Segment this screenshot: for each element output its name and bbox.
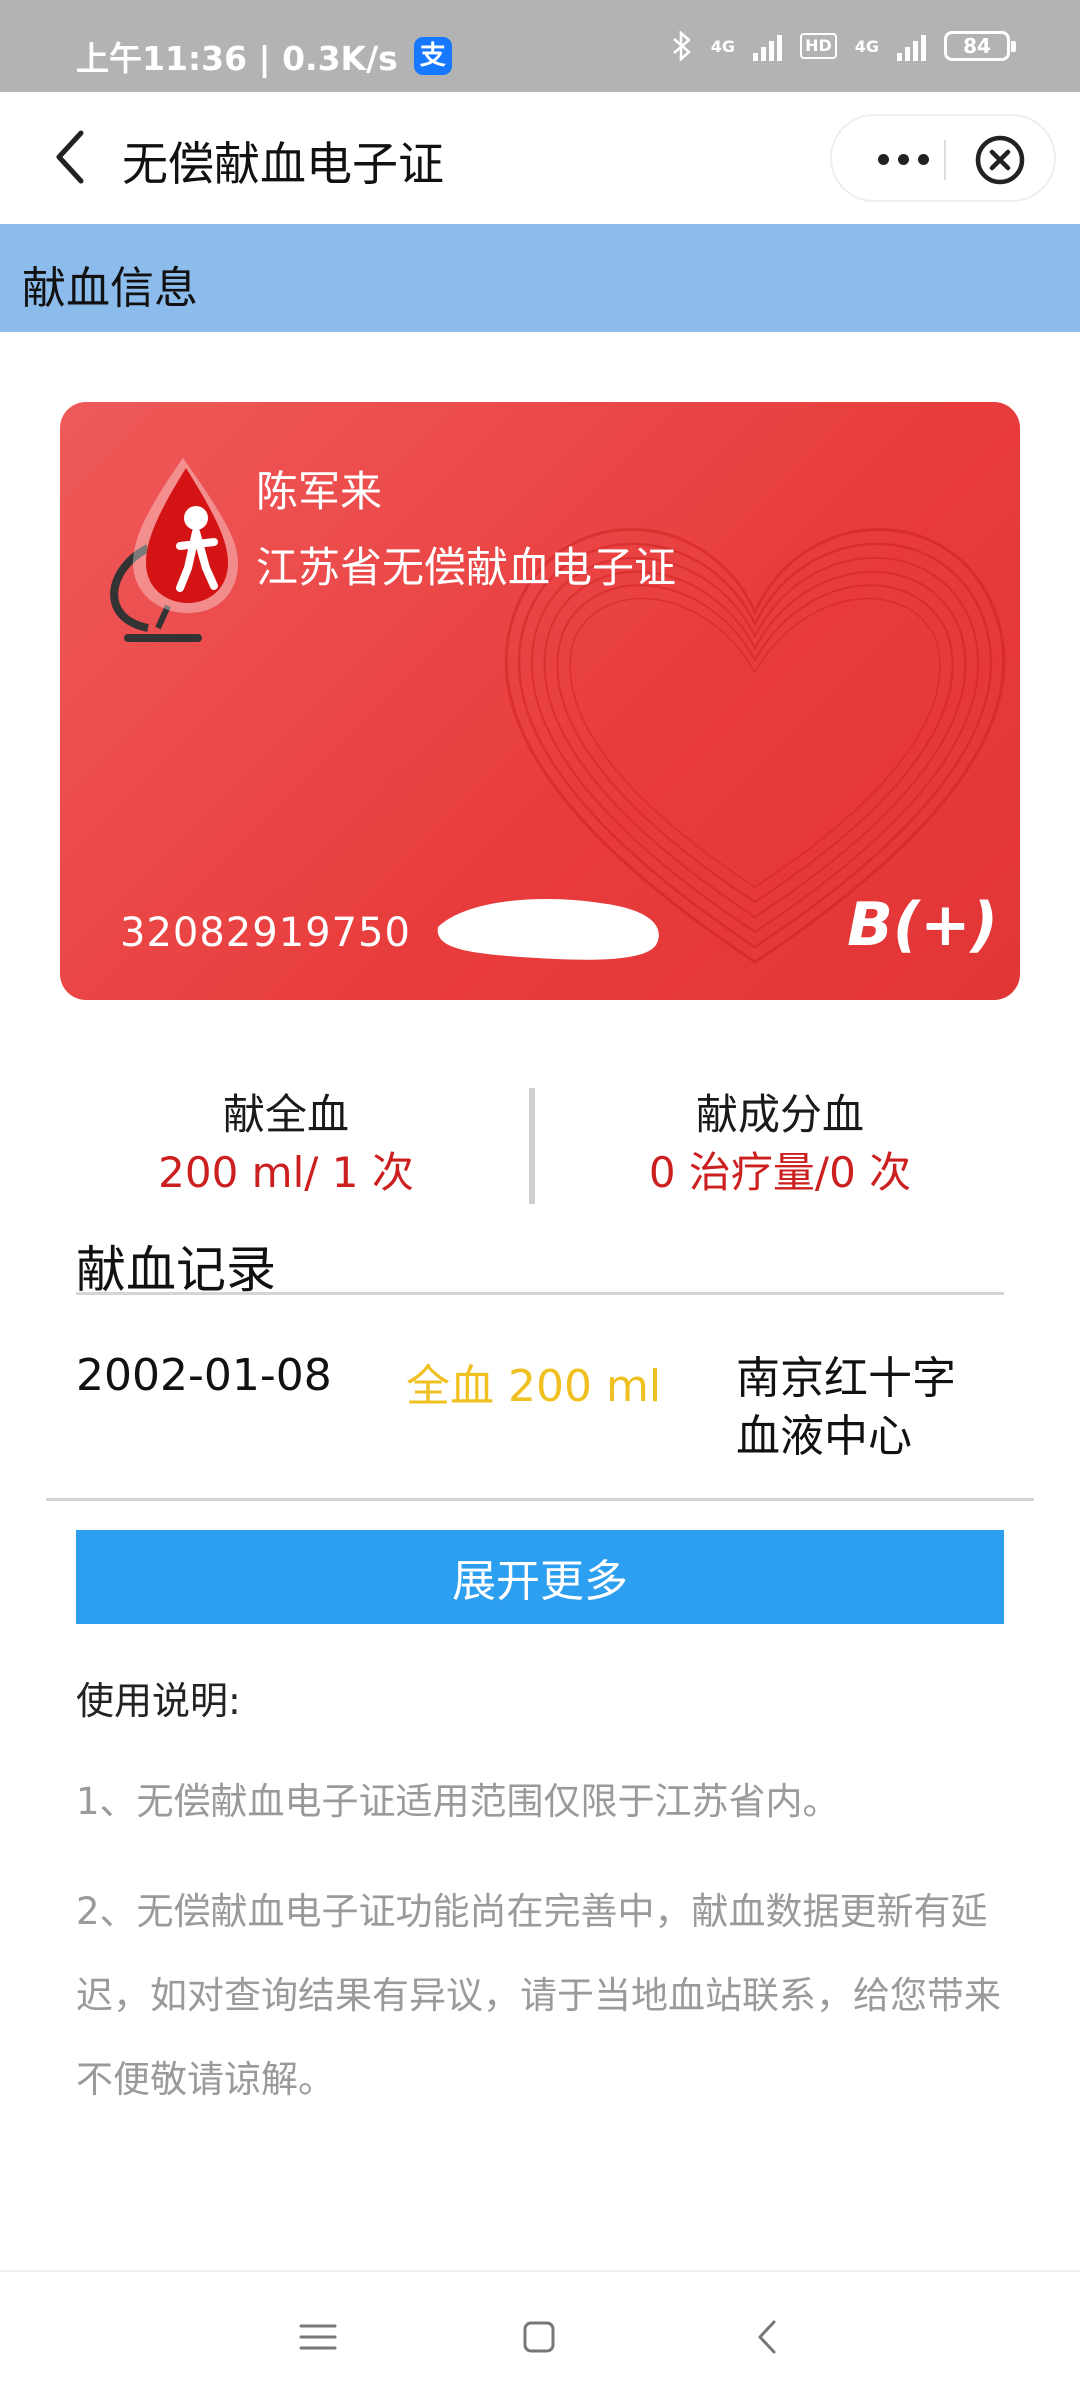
signal-icon-2 (897, 31, 926, 61)
instructions-title: 使用说明: (76, 1679, 241, 1723)
section-title: 献血信息 (22, 263, 198, 314)
status-icons: 4G HD 4G 84 (671, 30, 1016, 62)
hd-icon: HD (800, 33, 837, 59)
alipay-icon: 支 (413, 37, 452, 75)
more-dot-icon (877, 153, 889, 165)
records-divider (76, 1292, 1004, 1295)
whole-blood-stat: 献全血 200 ml/ 1 次 (86, 1086, 486, 1202)
status-time-speed: 上午11:36 | 0.3K/s 支 (76, 32, 452, 80)
home-icon[interactable] (514, 2312, 564, 2362)
more-dot-icon (897, 153, 909, 165)
card-title: 江苏省无偿献血电子证 (256, 543, 677, 592)
network-4g-label: 4G (710, 36, 736, 56)
record-place: 南京红十字血液中心 (736, 1353, 956, 1462)
capsule-divider (944, 140, 946, 180)
component-blood-value: 0 治疗量/0 次 (648, 1148, 912, 1197)
instruction-item: 1、无偿献血电子证适用范围仅限于江苏省内。 (76, 1780, 840, 1823)
record-date: 2002-01-08 (76, 1350, 332, 1401)
whole-blood-label: 献全血 (222, 1090, 349, 1139)
bluetooth-icon (672, 30, 691, 62)
section-header: 献血信息 (0, 224, 1080, 332)
page-title: 无偿献血电子证 (122, 137, 444, 191)
stat-divider (529, 1088, 535, 1204)
more-dot-icon (917, 153, 929, 165)
signal-icon (753, 31, 783, 61)
system-nav-bar (0, 2270, 1080, 2400)
record-row: 2002-01-08 全血 200 ml 南京红十字血液中心 (76, 1350, 1036, 1462)
records-bottom-divider (46, 1498, 1034, 1501)
mini-program-capsule (830, 114, 1056, 202)
chevron-left-icon (56, 130, 84, 184)
holder-name: 陈军来 (256, 467, 383, 516)
instruction-item: 2、无偿献血电子证功能尚在完善中，献血数据更新有延迟，如对查询结果有异议，请于当… (76, 1890, 1001, 2101)
component-blood-stat: 献成分血 0 治疗量/0 次 (580, 1086, 980, 1202)
record-type: 全血 200 ml (406, 1361, 662, 1412)
donor-card: 陈军来 江苏省无偿献血电子证 32082919750 B(+) (60, 402, 1020, 1000)
network-4g-label-2: 4G (854, 36, 879, 56)
status-time: 上午11:36 | 0.3K/s (76, 39, 398, 78)
id-number: 32082919750 (120, 910, 411, 956)
battery-icon: 84 (944, 31, 1016, 61)
blood-donation-logo (110, 458, 238, 642)
more-button[interactable] (868, 136, 938, 182)
blood-type: B(+) (847, 890, 998, 960)
status-bar: 上午11:36 | 0.3K/s 支 4G HD 4G 84 (0, 0, 1080, 92)
close-circle-icon[interactable] (974, 134, 1026, 186)
component-blood-label: 献成分血 (695, 1090, 864, 1139)
menu-icon[interactable] (293, 2312, 343, 2362)
expand-more-button[interactable]: 展开更多 (76, 1530, 1004, 1624)
title-bar: 无偿献血电子证 (0, 92, 1080, 224)
back-icon[interactable] (742, 2312, 792, 2362)
whole-blood-value: 200 ml/ 1 次 (158, 1148, 414, 1197)
back-button[interactable] (36, 122, 106, 192)
redaction-mark (437, 898, 659, 960)
